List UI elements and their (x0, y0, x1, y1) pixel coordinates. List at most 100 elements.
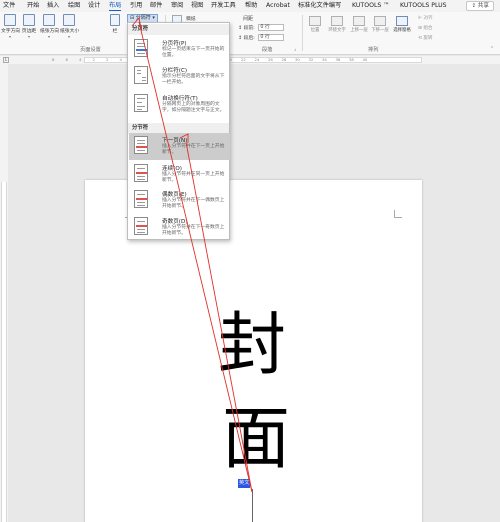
menu-item-desc: 插入分节符并在同一页上开始新节。 (162, 172, 225, 183)
space-after-input[interactable]: 0 行 (258, 34, 285, 41)
menu-item-continuous[interactable]: 连续(O) 插入分节符并在同一页上开始新节。 (129, 161, 230, 187)
wrap-text-button[interactable]: 环绕文字 (326, 16, 348, 46)
column-break-icon (134, 66, 148, 84)
tab-help[interactable]: 帮助 (245, 1, 257, 11)
tab-file[interactable]: 文件 (3, 1, 15, 11)
menu-item-page-break[interactable]: 分页符(P) 标记一页结束与下一页开始的位置。 (129, 36, 230, 62)
tab-acrobat[interactable]: Acrobat (266, 1, 290, 11)
menu-item-title: 自动换行符(T) (162, 96, 198, 102)
ruler-tick-label: 4 (119, 57, 122, 62)
vertical-ruler[interactable] (0, 64, 8, 522)
ruler-tick-label: 22 (241, 57, 246, 62)
menu-item-text-wrapping-break[interactable]: 自动换行符(T) 分隔网页上的对象周围的文字，如分隔题注文字与正文。 (129, 91, 230, 123)
menu-item-desc: 插入分节符并在下一奇数页上开始新节。 (162, 225, 225, 236)
menu-item-odd-page[interactable]: 奇数页(D) 插入分节符并在下一奇数页上开始新节。 (129, 214, 230, 240)
orientation-icon (43, 14, 55, 26)
breaks-icon: ⊟ (130, 15, 135, 21)
margins-label: 页边距 (21, 29, 37, 34)
paragraph-launcher-icon[interactable]: ⌟ (294, 46, 296, 52)
menu-item-title: 奇数页(D) (162, 219, 188, 225)
cover-char-1: 封 (218, 306, 287, 385)
ruler-tick-label: 24 (254, 57, 260, 62)
space-after-row: ↕ 段后: 0 行 (238, 34, 285, 41)
group-separator (302, 15, 303, 51)
size-button[interactable]: 纸张大小 ▾ (60, 14, 80, 44)
size-icon (63, 14, 75, 26)
chevron-down-icon: ▾ (152, 15, 155, 21)
ruler-tick-label: 2 (92, 57, 95, 62)
selected-text-tag[interactable]: 英文 (238, 479, 251, 488)
text-direction-label: 文字方向 (1, 29, 21, 34)
tab-review[interactable]: 审阅 (171, 1, 183, 11)
rotate-button[interactable]: ⟲ 旋转 (418, 35, 433, 41)
page-breaks-header: 分页符 (128, 24, 229, 35)
chevron-down-icon: ▾ (8, 34, 11, 39)
share-label: 共享 (477, 3, 489, 9)
ribbon: 文字方向 ▾ 页边距 ▾ 纸张方向 ▾ 纸张大小 ▾ 栏 ⊟ 分隔符 ▾ 页面设… (0, 12, 500, 55)
send-backward-button[interactable]: 下移一层 (370, 16, 390, 46)
menu-item-desc: 分隔网页上的对象周围的文字，如分隔题注文字与正文。 (162, 102, 225, 113)
breaks-dropdown-menu: 分页符 分页符(P) 标记一页结束与下一页开始的位置。 分栏符(C) 指示分栏符… (127, 22, 230, 240)
tab-developer[interactable]: 开发工具 (211, 1, 236, 11)
menu-item-desc: 指示分栏符后面的文字将从下一栏开始。 (162, 74, 225, 85)
ruler-tick-label: 38 (349, 57, 354, 62)
margins-icon (23, 14, 35, 26)
text-direction-icon (4, 14, 16, 26)
ruler-tick-label: 36 (335, 57, 341, 62)
size-label: 纸张大小 (60, 29, 80, 34)
space-before-input[interactable]: 0 行 (258, 24, 285, 31)
wrap-text-icon (331, 16, 343, 26)
tab-view[interactable]: 视图 (191, 1, 203, 11)
tab-insert[interactable]: 插入 (47, 1, 59, 11)
tab-layout[interactable]: 布局 (109, 1, 122, 11)
tab-design[interactable]: 设计 (88, 1, 100, 11)
align-button[interactable]: ⊫ 对齐 (418, 15, 433, 21)
selection-pane-label: 选择窗格 (393, 28, 411, 33)
tab-home[interactable]: 开始 (27, 1, 39, 11)
tab-standard-doc[interactable]: 标准化文件编写 (298, 1, 341, 11)
bring-forward-icon (353, 16, 365, 26)
tab-draw[interactable]: 绘图 (68, 1, 80, 11)
ruler-tick-label: 6 (65, 57, 68, 62)
align-label: 对齐 (423, 16, 433, 21)
group-button[interactable]: ⊞ 组合 (418, 25, 433, 31)
selection-pane-button[interactable]: 选择窗格 (391, 16, 413, 46)
send-backward-label: 下移一层 (371, 28, 389, 33)
menu-item-next-page[interactable]: 下一页(N) 插入分节符并在下一页上开始新节。 (129, 133, 230, 160)
group-icon: ⊞ (418, 26, 422, 31)
wrap-text-label: 环绕文字 (328, 28, 346, 33)
ruler-tick-label: 32 (308, 57, 314, 62)
position-button[interactable]: 位置 (306, 16, 324, 46)
position-icon (309, 16, 321, 26)
text-direction-button[interactable]: 文字方向 ▾ (1, 14, 21, 44)
menu-item-desc: 插入分节符并在下一偶数页上开始新节。 (162, 198, 225, 209)
text-wrapping-break-icon (134, 94, 148, 112)
odd-page-icon (134, 217, 148, 235)
menu-item-even-page[interactable]: 偶数页(E) 插入分节符并在下一偶数页上开始新节。 (129, 187, 230, 213)
cover-char-2: 面 (222, 400, 291, 479)
page-break-icon (134, 39, 148, 57)
send-backward-icon (374, 16, 386, 26)
tab-kutools-plus[interactable]: KUTOOLS PLUS (400, 1, 447, 11)
rotate-icon: ⟲ (418, 36, 422, 41)
menu-item-column-break[interactable]: 分栏符(C) 指示分栏符后面的文字将从下一栏开始。 (129, 63, 230, 89)
share-button[interactable]: ⇪ 共享 (466, 1, 494, 11)
tab-kutools[interactable]: KUTOOLS ™ (352, 1, 389, 11)
space-before-icon: ↕ (238, 26, 243, 31)
even-page-icon (134, 190, 148, 208)
bring-forward-button[interactable]: 上移一层 (349, 16, 369, 46)
draft-label: 稿纸 (186, 17, 196, 22)
collapse-ribbon-icon[interactable]: ⌃ (490, 46, 494, 52)
tab-references[interactable]: 引用 (130, 1, 142, 11)
space-after-icon: ↕ (238, 36, 243, 41)
rotate-label: 旋转 (423, 36, 433, 41)
horizontal-ruler[interactable]: L 86422468101214161820222426283032343638… (0, 56, 500, 64)
columns-button[interactable]: 栏 (108, 14, 122, 44)
breaks-label: 分隔符 (135, 15, 151, 21)
margins-button[interactable]: 页边距 ▾ (20, 14, 38, 44)
tab-mailings[interactable]: 邮件 (150, 1, 162, 11)
tab-stop-selector[interactable]: L (3, 57, 9, 63)
orientation-label: 纸张方向 (40, 29, 60, 34)
ruler-tick-label: 2 (106, 57, 109, 62)
orientation-button[interactable]: 纸张方向 ▾ (40, 14, 60, 44)
